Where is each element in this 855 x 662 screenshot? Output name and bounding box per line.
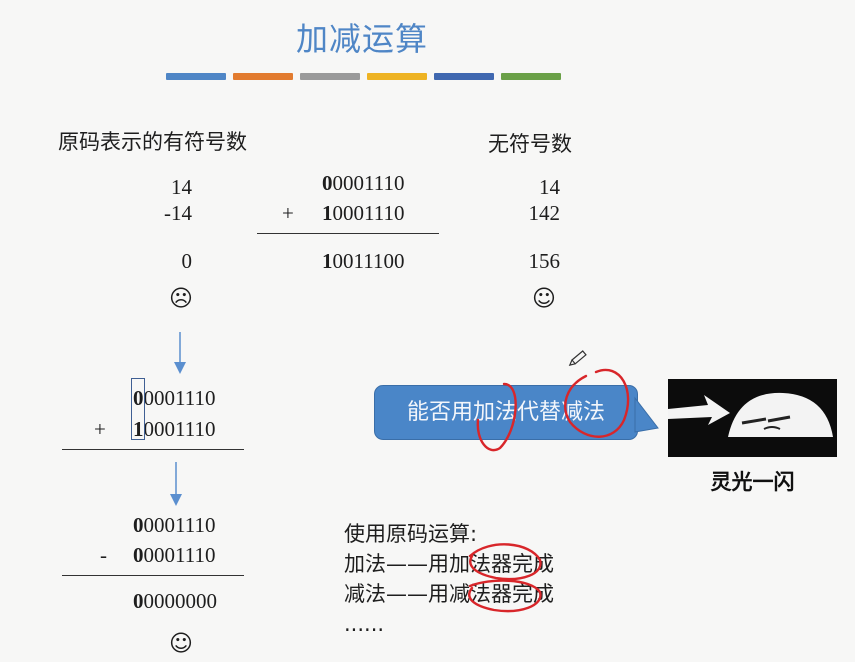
red-circle-mark — [468, 579, 542, 613]
red-circle-mark — [468, 543, 542, 581]
callout-tail — [634, 396, 659, 433]
pen-icon — [568, 350, 587, 366]
annotation-overlay — [170, 332, 659, 613]
red-circle-mark — [564, 368, 630, 438]
red-annotation-marks — [468, 368, 630, 613]
red-circle-mark — [476, 382, 517, 452]
